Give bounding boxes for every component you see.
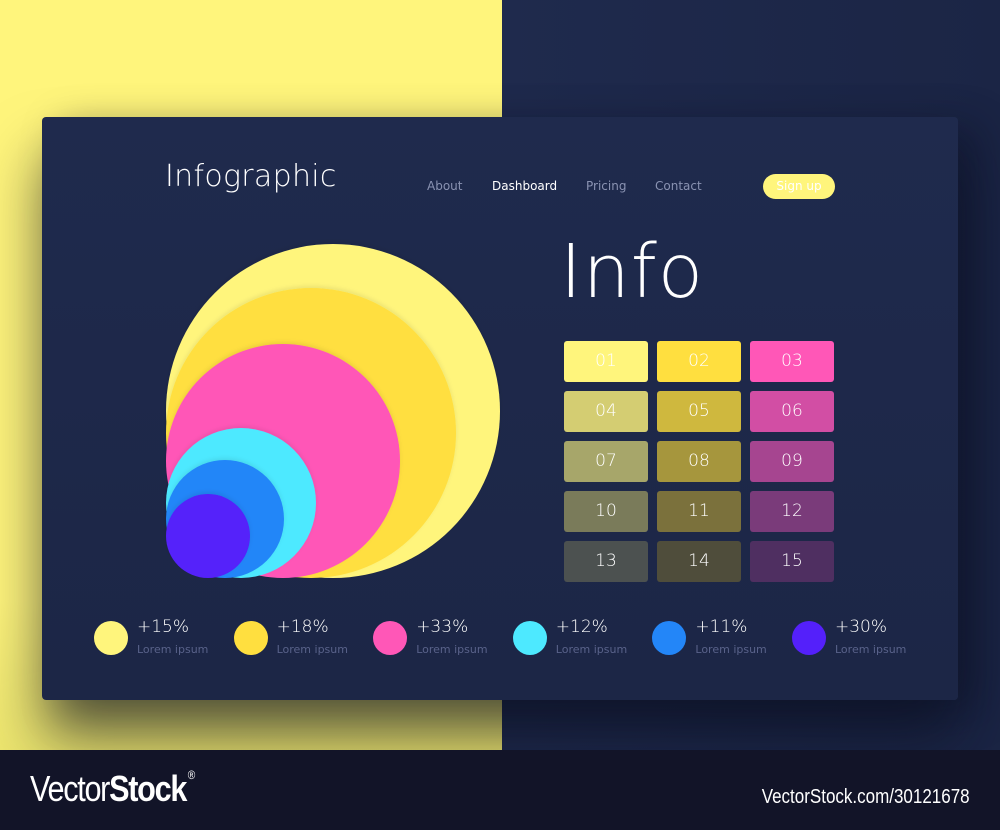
legend-item: +12% Lorem ipsum — [512, 617, 653, 657]
legend-value: +33% — [416, 617, 469, 637]
info-cell[interactable]: 11 — [657, 491, 741, 532]
nav-pricing[interactable]: Pricing — [586, 179, 626, 193]
vectorstock-logo: VectorStock ® — [30, 768, 195, 809]
info-cell[interactable]: 08 — [657, 441, 741, 482]
legend-item: +33% Lorem ipsum — [373, 617, 513, 657]
info-cell[interactable]: 06 — [750, 391, 834, 432]
legend-label: Lorem ipsum — [695, 643, 767, 656]
nav-contact[interactable]: Contact — [655, 179, 702, 193]
bubble-chart — [166, 244, 500, 578]
info-cell[interactable]: 14 — [657, 541, 741, 582]
watermark-footer: VectorStock ® VectorStock.com/30121678 — [0, 750, 1000, 830]
legend-value: +30% — [835, 617, 888, 637]
info-cell[interactable]: 01 — [564, 341, 648, 382]
signup-button[interactable]: Sign up — [763, 174, 835, 199]
legend-item: +18% Lorem ipsum — [233, 617, 374, 657]
info-cell[interactable]: 10 — [564, 491, 648, 532]
legend-value: +12% — [555, 617, 608, 637]
info-cell[interactable]: 02 — [657, 341, 741, 382]
info-cell[interactable]: 07 — [564, 441, 648, 482]
legend-color-dot — [373, 621, 408, 655]
info-cell[interactable]: 15 — [750, 541, 834, 582]
legend-value: +15% — [137, 617, 190, 637]
vectorstock-reference: VectorStock.com/30121678 — [762, 786, 970, 808]
info-cell[interactable]: 03 — [750, 341, 834, 382]
legend-color-dot — [233, 621, 268, 655]
legend-value: +11% — [695, 617, 748, 637]
dashboard-card: Infographic About Dashboard Pricing Cont… — [42, 117, 958, 700]
legend-item: +15% Lorem ipsum — [94, 617, 234, 657]
info-cell[interactable]: 13 — [564, 541, 648, 582]
legend-color-dot — [94, 621, 128, 655]
legend-value: +18% — [276, 617, 329, 637]
legend-label: Lorem ipsum — [416, 643, 488, 656]
legend-label: Lorem ipsum — [835, 643, 907, 656]
info-cell[interactable]: 04 — [564, 391, 648, 432]
legend-label: Lorem ipsum — [137, 643, 209, 656]
info-cell[interactable]: 12 — [750, 491, 834, 532]
info-cell[interactable]: 09 — [750, 441, 834, 482]
legend-color-dot — [792, 621, 826, 655]
bubble-6 — [166, 494, 250, 578]
legend-label: Lorem ipsum — [555, 643, 628, 656]
info-title: Info — [560, 229, 705, 315]
legend-item: +11% Lorem ipsum — [652, 617, 792, 657]
legend-label: Lorem ipsum — [276, 643, 348, 656]
info-cell[interactable]: 05 — [657, 391, 741, 432]
legend-color-dot — [512, 621, 547, 655]
legend-color-dot — [652, 621, 687, 655]
legend-item: +30% Lorem ipsum — [792, 617, 932, 657]
